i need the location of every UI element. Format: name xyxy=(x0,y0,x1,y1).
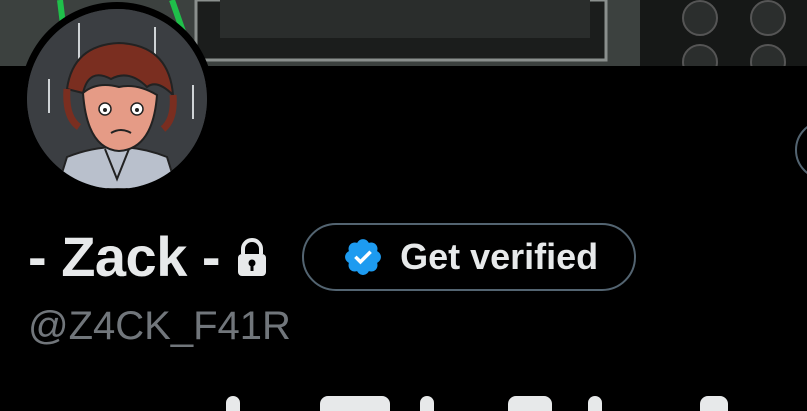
display-name: - Zack - xyxy=(28,225,221,288)
name-row: - Zack - Get verified xyxy=(28,222,637,292)
bio-glyph-fragment xyxy=(588,396,602,411)
profile-screen: - Zack - Get verified @Z4CK_F41R xyxy=(0,0,807,411)
bio-glyph-fragment xyxy=(700,396,728,411)
get-verified-label: Get verified xyxy=(400,236,599,277)
bio-glyph-fragment xyxy=(320,396,390,411)
avatar[interactable] xyxy=(27,9,207,189)
lock-icon xyxy=(234,237,270,277)
bio-cropped xyxy=(28,396,807,411)
bio-glyph-fragment xyxy=(420,396,434,411)
bio-glyph-fragment xyxy=(508,396,552,411)
bio-glyph-fragment xyxy=(226,396,240,411)
get-verified-button[interactable]: Get verified xyxy=(302,223,637,291)
user-handle: @Z4CK_F41R xyxy=(28,304,291,348)
more-options-button[interactable] xyxy=(795,120,807,180)
verified-badge-icon xyxy=(342,236,384,278)
